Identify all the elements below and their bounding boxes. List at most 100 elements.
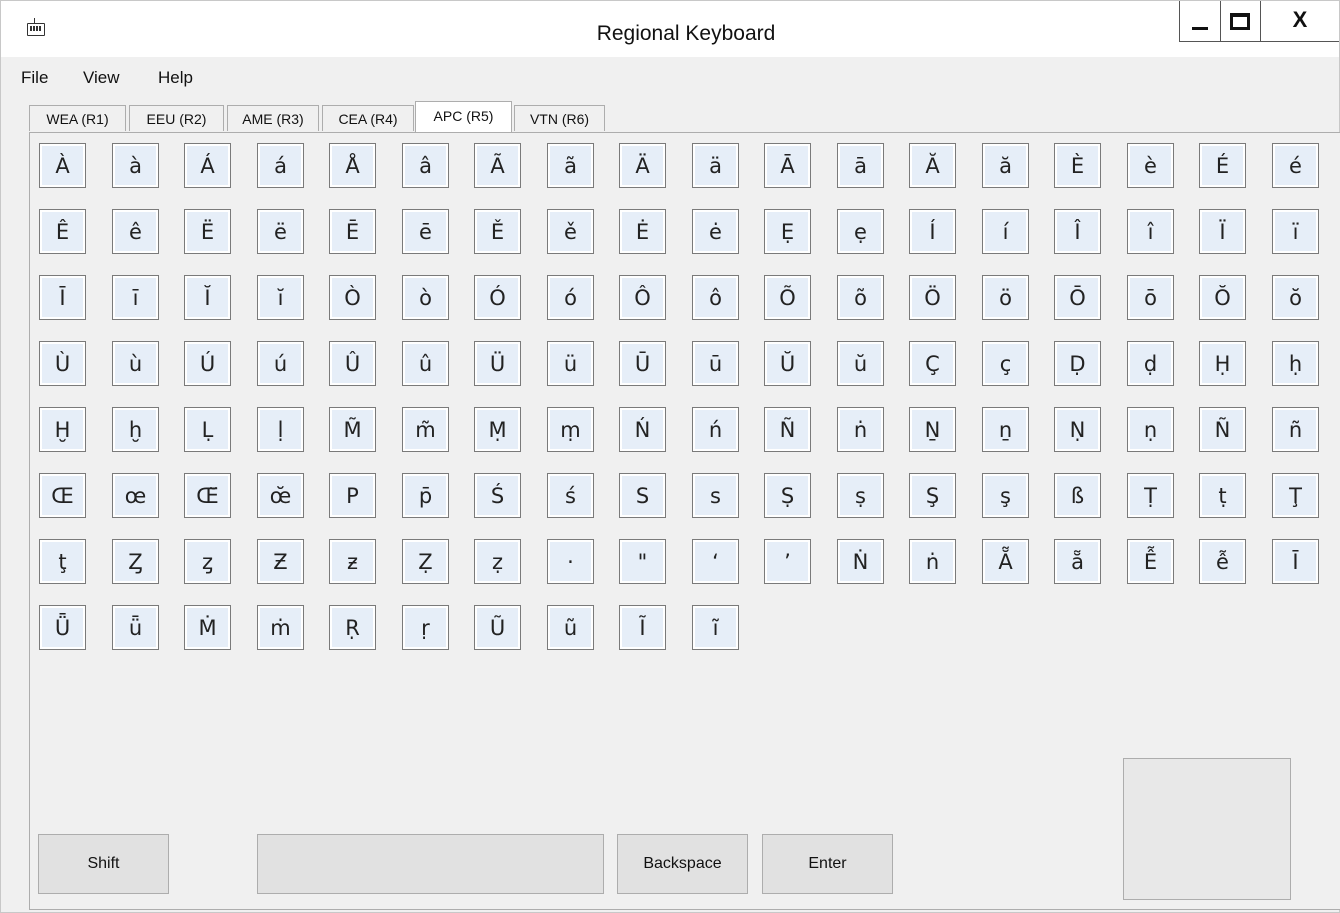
key-r2-c14[interactable]: í xyxy=(982,209,1029,254)
key-r5-c13[interactable]: Ṉ xyxy=(909,407,956,452)
key-r3-c2[interactable]: ī xyxy=(112,275,159,320)
key-r4-c11[interactable]: Ŭ xyxy=(764,341,811,386)
key-r5-c8[interactable]: ṃ xyxy=(547,407,594,452)
key-r6-c4[interactable]: œ̆ xyxy=(257,473,304,518)
backspace-button[interactable]: Backspace xyxy=(617,834,748,894)
key-r2-c7[interactable]: Ě xyxy=(474,209,521,254)
key-r2-c8[interactable]: ě xyxy=(547,209,594,254)
menu-file[interactable]: File xyxy=(21,68,48,88)
key-r8-c2[interactable]: ǖ xyxy=(112,605,159,650)
key-r3-c11[interactable]: Õ xyxy=(764,275,811,320)
key-r6-c14[interactable]: ş xyxy=(982,473,1029,518)
key-r7-c9[interactable]: " xyxy=(619,539,666,584)
key-r7-c5[interactable]: ƶ xyxy=(329,539,376,584)
key-r5-c1[interactable]: Ḫ xyxy=(39,407,86,452)
key-r5-c16[interactable]: ṇ xyxy=(1127,407,1174,452)
key-r2-c9[interactable]: Ė xyxy=(619,209,666,254)
key-r1-c9[interactable]: Ä xyxy=(619,143,666,188)
key-r5-c10[interactable]: ń xyxy=(692,407,739,452)
key-r7-c15[interactable]: ẵ xyxy=(1054,539,1101,584)
key-r4-c18[interactable]: ḥ xyxy=(1272,341,1319,386)
key-r4-c8[interactable]: ü xyxy=(547,341,594,386)
key-r2-c15[interactable]: Î xyxy=(1054,209,1101,254)
key-r2-c5[interactable]: Ē xyxy=(329,209,376,254)
tab-apc[interactable]: APC (R5) xyxy=(415,101,512,133)
key-r5-c18[interactable]: ñ xyxy=(1272,407,1319,452)
menu-help[interactable]: Help xyxy=(158,68,193,88)
key-r4-c2[interactable]: ù xyxy=(112,341,159,386)
key-r7-c12[interactable]: Ṅ xyxy=(837,539,884,584)
key-r3-c15[interactable]: Ō xyxy=(1054,275,1101,320)
key-r3-c17[interactable]: Ŏ xyxy=(1199,275,1246,320)
key-r1-c6[interactable]: â xyxy=(402,143,449,188)
key-r5-c15[interactable]: Ṇ xyxy=(1054,407,1101,452)
key-r7-c1[interactable]: ţ xyxy=(39,539,86,584)
key-r6-c1[interactable]: Œ xyxy=(39,473,86,518)
key-r4-c4[interactable]: ú xyxy=(257,341,304,386)
enter-button[interactable]: Enter xyxy=(762,834,893,894)
key-r6-c17[interactable]: ṭ xyxy=(1199,473,1246,518)
key-r3-c8[interactable]: ó xyxy=(547,275,594,320)
tab-eeu[interactable]: EEU (R2) xyxy=(129,105,224,131)
key-r4-c10[interactable]: ū xyxy=(692,341,739,386)
key-r4-c7[interactable]: Ü xyxy=(474,341,521,386)
key-r5-c4[interactable]: ḷ xyxy=(257,407,304,452)
key-r3-c10[interactable]: ô xyxy=(692,275,739,320)
key-r8-c6[interactable]: ṛ xyxy=(402,605,449,650)
key-r3-c4[interactable]: ĭ xyxy=(257,275,304,320)
key-r3-c18[interactable]: ŏ xyxy=(1272,275,1319,320)
key-r8-c9[interactable]: Ĩ xyxy=(619,605,666,650)
key-r4-c16[interactable]: ḍ xyxy=(1127,341,1174,386)
key-r4-c5[interactable]: Û xyxy=(329,341,376,386)
key-r4-c12[interactable]: ŭ xyxy=(837,341,884,386)
key-r1-c1[interactable]: À xyxy=(39,143,86,188)
key-r1-c15[interactable]: È xyxy=(1054,143,1101,188)
minimize-button[interactable] xyxy=(1180,1,1221,41)
tab-ame[interactable]: AME (R3) xyxy=(227,105,319,131)
key-r4-c15[interactable]: Ḍ xyxy=(1054,341,1101,386)
key-r6-c10[interactable]: s xyxy=(692,473,739,518)
key-r4-c17[interactable]: Ḥ xyxy=(1199,341,1246,386)
shift-button[interactable]: Shift xyxy=(38,834,169,894)
key-r3-c6[interactable]: ò xyxy=(402,275,449,320)
key-r1-c17[interactable]: É xyxy=(1199,143,1246,188)
key-r8-c4[interactable]: ṁ xyxy=(257,605,304,650)
key-r2-c2[interactable]: ê xyxy=(112,209,159,254)
key-r7-c6[interactable]: Ẓ xyxy=(402,539,449,584)
key-r4-c13[interactable]: Ç xyxy=(909,341,956,386)
key-r1-c3[interactable]: Á xyxy=(184,143,231,188)
key-r5-c6[interactable]: m̃ xyxy=(402,407,449,452)
key-r7-c2[interactable]: Ȥ xyxy=(112,539,159,584)
key-r7-c7[interactable]: ẓ xyxy=(474,539,521,584)
key-r8-c5[interactable]: Ṛ xyxy=(329,605,376,650)
key-r6-c16[interactable]: Ṭ xyxy=(1127,473,1174,518)
key-r6-c5[interactable]: P xyxy=(329,473,376,518)
key-r6-c3[interactable]: Œ̆ xyxy=(184,473,231,518)
menu-view[interactable]: View xyxy=(83,68,120,88)
key-r8-c1[interactable]: Ǖ xyxy=(39,605,86,650)
key-r1-c5[interactable]: Å xyxy=(329,143,376,188)
key-r2-c17[interactable]: Ï xyxy=(1199,209,1246,254)
close-button[interactable]: X xyxy=(1260,1,1340,41)
key-r2-c6[interactable]: ē xyxy=(402,209,449,254)
key-r6-c9[interactable]: S xyxy=(619,473,666,518)
key-r7-c11[interactable]: ’ xyxy=(764,539,811,584)
key-r2-c10[interactable]: ė xyxy=(692,209,739,254)
key-r3-c5[interactable]: Ò xyxy=(329,275,376,320)
key-r1-c14[interactable]: ă xyxy=(982,143,1029,188)
key-r6-c7[interactable]: Ś xyxy=(474,473,521,518)
key-r7-c13[interactable]: ṅ xyxy=(909,539,956,584)
key-r3-c1[interactable]: Ī xyxy=(39,275,86,320)
tab-vtn[interactable]: VTN (R6) xyxy=(514,105,605,131)
key-r7-c18[interactable]: Ī xyxy=(1272,539,1319,584)
tab-cea[interactable]: CEA (R4) xyxy=(322,105,414,131)
key-r8-c10[interactable]: ĩ xyxy=(692,605,739,650)
key-r8-c8[interactable]: ũ xyxy=(547,605,594,650)
key-r2-c11[interactable]: Ẹ xyxy=(764,209,811,254)
key-r1-c2[interactable]: à xyxy=(112,143,159,188)
key-r6-c13[interactable]: Ş xyxy=(909,473,956,518)
key-r1-c10[interactable]: ä xyxy=(692,143,739,188)
key-r3-c16[interactable]: ō xyxy=(1127,275,1174,320)
key-r2-c18[interactable]: ï xyxy=(1272,209,1319,254)
key-r2-c4[interactable]: ë xyxy=(257,209,304,254)
